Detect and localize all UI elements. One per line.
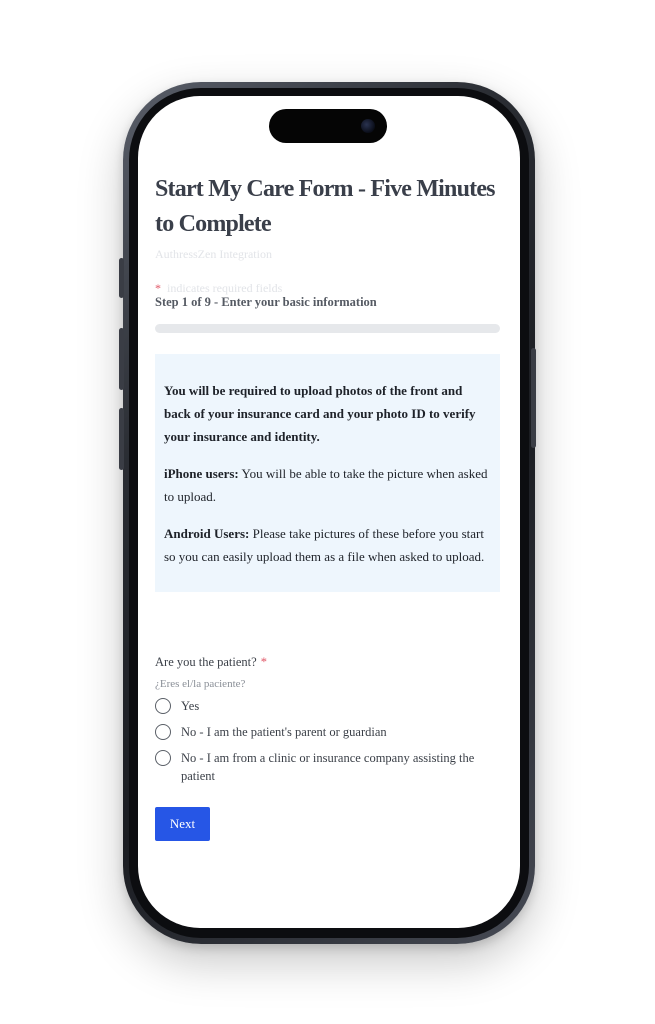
- phone-screen: Start My Care Form - Five Minutes to Com…: [138, 96, 520, 928]
- question-translation: ¿Eres el/la paciente?: [155, 678, 246, 690]
- info-iphone: iPhone users: You will be able to take t…: [164, 462, 491, 508]
- radio-group: Yes No - I am the patient's parent or gu…: [155, 698, 501, 785]
- action-button: [119, 258, 124, 298]
- step-indicator: Step 1 of 9 - Enter your basic informati…: [155, 295, 377, 309]
- radio-option-parent-guardian[interactable]: No - I am the patient's parent or guardi…: [155, 724, 501, 741]
- page-title: Start My Care Form - Five Minutes to Com…: [155, 176, 496, 237]
- radio-label: Yes: [181, 699, 200, 713]
- radio-label: No - I am from a clinic or insurance com…: [181, 751, 475, 783]
- power-button: [531, 348, 536, 448]
- next-button[interactable]: Next: [155, 807, 210, 841]
- required-note-text: indicates required fields: [167, 281, 283, 295]
- info-android: Android Users: Please take pictures of t…: [164, 522, 491, 568]
- android-label: Android Users:: [164, 526, 250, 541]
- radio-button[interactable]: [155, 750, 171, 766]
- progress-bar: [155, 324, 500, 333]
- question-label: Are you the patient? *: [155, 655, 501, 670]
- volume-down-button: [119, 408, 124, 470]
- radio-label: No - I am the patient's parent or guardi…: [181, 725, 387, 739]
- camera-icon: [361, 119, 375, 133]
- volume-up-button: [119, 328, 124, 390]
- radio-option-yes[interactable]: Yes: [155, 698, 501, 715]
- iphone-label: iPhone users:: [164, 466, 239, 481]
- form-container: Start My Care Form - Five Minutes to Com…: [155, 172, 501, 841]
- info-box: You will be required to upload photos of…: [155, 354, 500, 592]
- required-star: *: [260, 655, 267, 669]
- question-text: Are you the patient?: [155, 655, 257, 669]
- required-star: *: [155, 281, 161, 295]
- radio-button[interactable]: [155, 724, 171, 740]
- required-fields-note: * indicates required fields: [155, 281, 501, 295]
- info-lead: You will be required to upload photos of…: [164, 383, 476, 444]
- radio-button[interactable]: [155, 698, 171, 714]
- radio-option-clinic-insurance[interactable]: No - I am from a clinic or insurance com…: [155, 750, 501, 785]
- form-subtitle: AuthressZen Integration: [155, 247, 272, 261]
- dynamic-island: [269, 109, 387, 143]
